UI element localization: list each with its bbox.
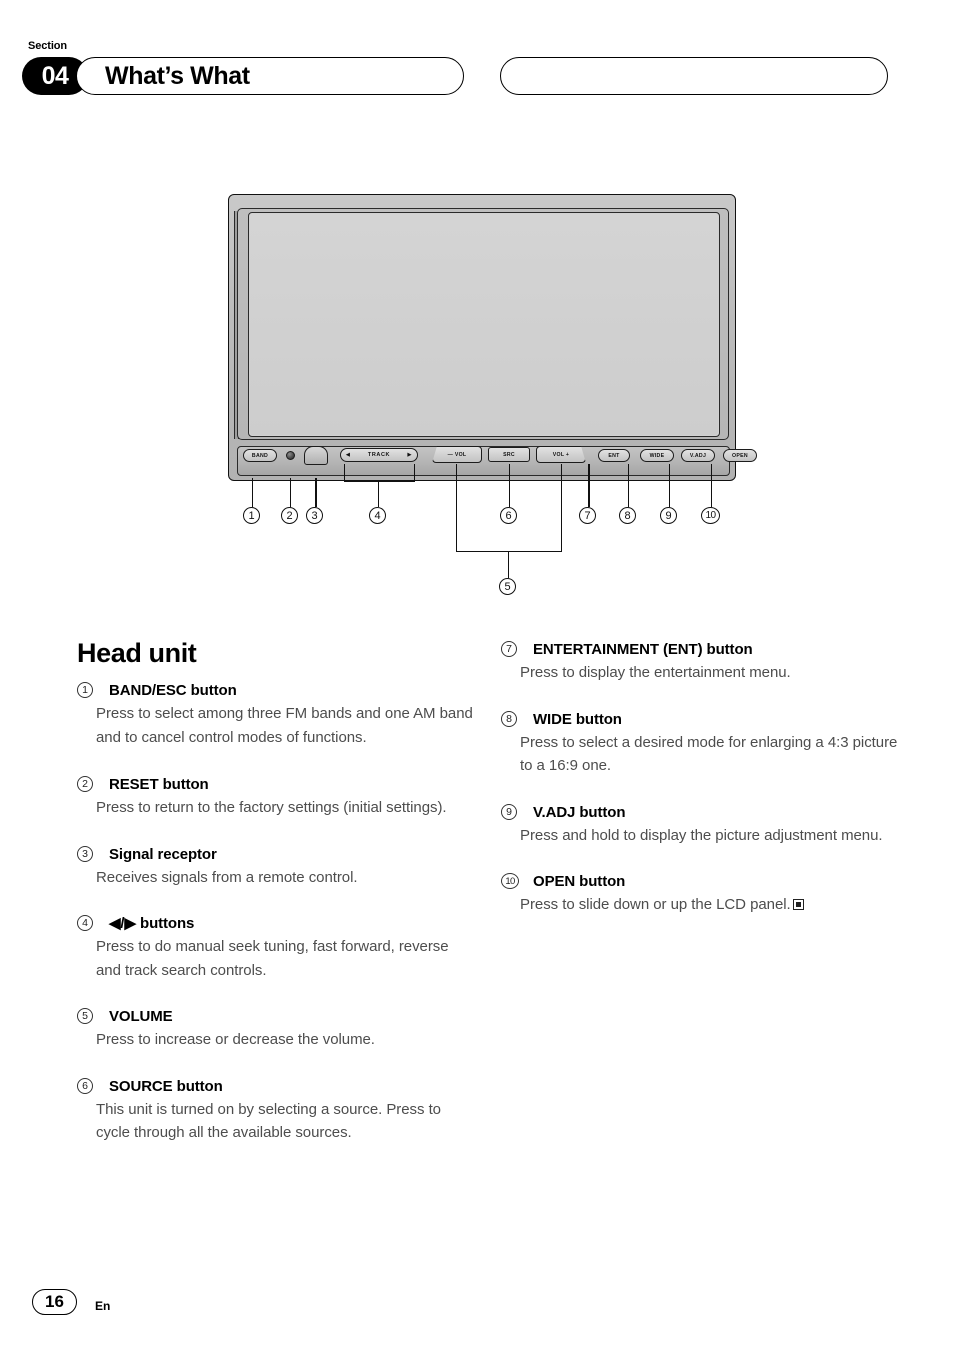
description-entry-2: 2 RESET button Press to return to the fa… bbox=[77, 775, 477, 820]
device-wide-button[interactable]: WIDE bbox=[640, 449, 674, 462]
device-source-button[interactable]: SRC bbox=[488, 447, 530, 462]
track-left-arrow-icon: ◀ bbox=[346, 452, 351, 458]
entry-body-6: This unit is turned on by selecting a so… bbox=[96, 1100, 441, 1142]
head-unit-figure: BAND ◀ TRACK ▶ — VOL SRC VOL + ENT WIDE … bbox=[226, 192, 757, 602]
device-inner-bezel bbox=[237, 208, 729, 440]
callout-7: 7 bbox=[579, 507, 596, 524]
entry-body-9: Press and hold to display the picture ad… bbox=[520, 826, 883, 844]
page-number-badge: 16 bbox=[32, 1289, 77, 1315]
leader-line-10 bbox=[711, 464, 713, 507]
leader-line-2 bbox=[290, 478, 292, 507]
page-title: What’s What bbox=[105, 61, 250, 90]
callout-4: 4 bbox=[369, 507, 386, 524]
device-track-buttons[interactable]: ◀ TRACK ▶ bbox=[340, 448, 418, 462]
entry-marker-10: 10 bbox=[501, 873, 519, 889]
device-volume-down-button[interactable]: — VOL bbox=[432, 446, 482, 463]
device-lcd-screen bbox=[250, 214, 718, 435]
head-unit-heading: Head unit bbox=[77, 638, 197, 668]
description-entry-1: 1 BAND/ESC button Press to select among … bbox=[77, 681, 477, 749]
entry-body-3: Receives signals from a remote control. bbox=[96, 868, 358, 886]
callout-3: 3 bbox=[306, 507, 323, 524]
header-right-pill bbox=[500, 57, 888, 95]
description-entry-8: 8 WIDE button Press to select a desired … bbox=[501, 710, 901, 778]
description-entry-7: 7 ENTERTAINMENT (ENT) button Press to di… bbox=[501, 640, 901, 685]
entry-marker-9: 9 bbox=[501, 803, 517, 820]
entry-body-10-wrapper: Press to slide down or up the LCD panel. bbox=[520, 893, 901, 917]
callout-6: 6 bbox=[500, 507, 517, 524]
end-of-section-marker-icon bbox=[792, 899, 804, 910]
entry-body-7: Press to display the entertainment menu. bbox=[520, 664, 791, 681]
left-description-column: 1 BAND/ESC button Press to select among … bbox=[77, 681, 477, 1166]
callout-10: 10 bbox=[701, 507, 720, 524]
entry-body-2: Press to return to the factory settings … bbox=[96, 799, 447, 816]
leader-line-3 bbox=[315, 478, 318, 507]
description-entry-4: 4 ◀/▶ buttons Press to do manual seek tu… bbox=[77, 914, 477, 982]
entry-title-4: ◀/▶ buttons bbox=[109, 915, 195, 932]
description-entry-6: 6 SOURCE button This unit is turned on b… bbox=[77, 1077, 477, 1145]
entry-title-6: SOURCE button bbox=[109, 1077, 223, 1095]
entry-body-4: Press to do manual seek tuning, fast for… bbox=[96, 938, 449, 979]
device-vadj-button[interactable]: V.ADJ bbox=[681, 449, 715, 462]
entry-title-8: WIDE button bbox=[533, 710, 622, 728]
leader-line-1 bbox=[252, 478, 254, 507]
entry-body-1: Press to select among three FM bands and… bbox=[96, 705, 473, 746]
entry-title-1: BAND/ESC button bbox=[109, 682, 237, 699]
track-right-arrow-icon: ▶ bbox=[407, 452, 412, 458]
device-screen-frame bbox=[248, 212, 720, 437]
track-label: TRACK bbox=[367, 452, 391, 458]
leader-line-4 bbox=[378, 481, 380, 507]
entry-body-10: Press to slide down or up the LCD panel. bbox=[520, 896, 791, 913]
entry-marker-4: 4 bbox=[77, 915, 93, 931]
entry-title-7: ENTERTAINMENT (ENT) button bbox=[533, 641, 753, 658]
entry-title-3: Signal receptor bbox=[109, 845, 217, 863]
description-entry-5: 5 VOLUME Press to increase or decrease t… bbox=[77, 1007, 477, 1052]
device-ent-button[interactable]: ENT bbox=[598, 449, 630, 462]
entry-title-5: VOLUME bbox=[109, 1008, 173, 1025]
device-band-button[interactable]: BAND bbox=[243, 449, 277, 462]
entry-marker-1: 1 bbox=[77, 682, 93, 698]
device-open-button[interactable]: OPEN bbox=[723, 449, 757, 462]
leader-line-5 bbox=[508, 551, 510, 578]
entry-body-8: Press to select a desired mode for enlar… bbox=[520, 733, 898, 775]
leader-bracket-4-right bbox=[414, 464, 416, 482]
leader-line-5-left bbox=[456, 464, 458, 552]
language-code: En bbox=[95, 1299, 111, 1313]
callout-2: 2 bbox=[281, 507, 298, 524]
device-chassis bbox=[228, 194, 736, 481]
entry-marker-7: 7 bbox=[501, 641, 517, 657]
leader-bracket-4-bottom bbox=[344, 481, 415, 483]
callout-9: 9 bbox=[660, 507, 677, 524]
callout-8: 8 bbox=[619, 507, 636, 524]
entry-title-9: V.ADJ button bbox=[533, 803, 626, 821]
leader-line-8 bbox=[628, 464, 630, 507]
entry-marker-6: 6 bbox=[77, 1077, 93, 1094]
description-entry-3: 3 Signal receptor Receives signals from … bbox=[77, 845, 477, 890]
device-volume-up-button[interactable]: VOL + bbox=[536, 446, 586, 463]
callout-5: 5 bbox=[499, 578, 516, 595]
leader-line-6 bbox=[509, 464, 511, 507]
leader-line-9 bbox=[669, 464, 671, 507]
entry-marker-8: 8 bbox=[501, 710, 517, 727]
page-title-pill: What’s What bbox=[76, 57, 464, 95]
leader-line-5-right bbox=[561, 464, 563, 552]
section-label: Section bbox=[28, 40, 68, 52]
device-signal-receptor bbox=[304, 446, 328, 465]
description-entry-9: 9 V.ADJ button Press and hold to display… bbox=[501, 803, 901, 848]
device-reset-button[interactable] bbox=[286, 451, 295, 460]
leader-bracket-4-left bbox=[344, 464, 346, 482]
entry-title-10: OPEN button bbox=[533, 873, 626, 890]
entry-title-2: RESET button bbox=[109, 776, 209, 793]
right-description-column: 7 ENTERTAINMENT (ENT) button Press to di… bbox=[501, 640, 901, 938]
entry-body-5: Press to increase or decrease the volume… bbox=[96, 1031, 375, 1048]
description-entry-10: 10 OPEN button Press to slide down or up… bbox=[501, 872, 901, 917]
callout-1: 1 bbox=[243, 507, 260, 524]
entry-marker-3: 3 bbox=[77, 845, 93, 862]
leader-line-7 bbox=[588, 464, 591, 507]
entry-marker-2: 2 bbox=[77, 776, 93, 792]
entry-marker-5: 5 bbox=[77, 1008, 93, 1024]
